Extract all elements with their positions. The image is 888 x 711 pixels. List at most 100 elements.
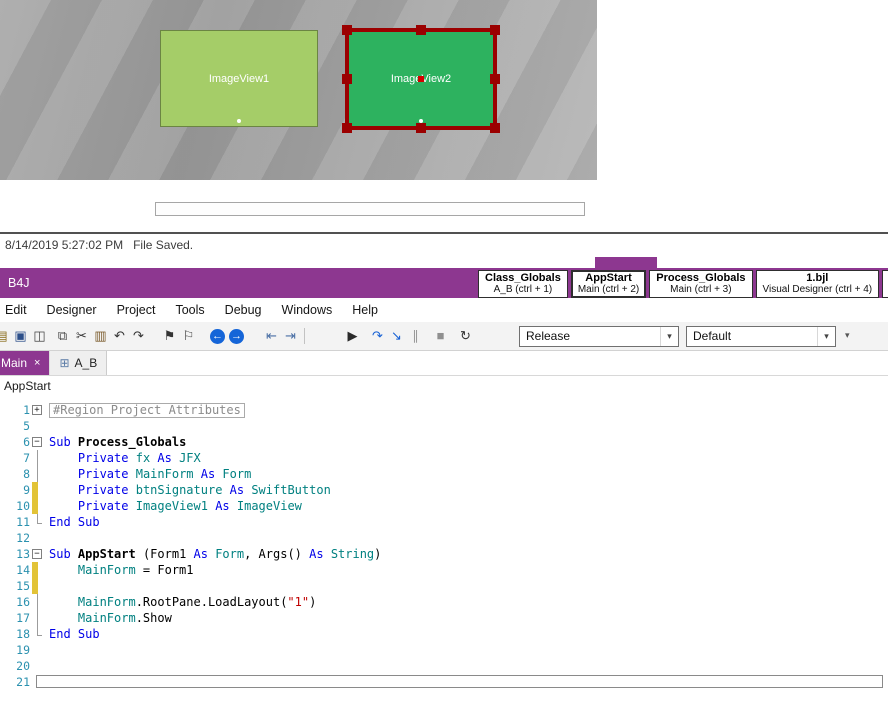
fold-gutter <box>30 466 46 482</box>
cut-icon[interactable]: ✂ <box>72 326 91 346</box>
code-text[interactable]: Private btnSignature As SwiftButton <box>46 482 331 498</box>
code-text[interactable] <box>46 642 49 658</box>
imageview1[interactable]: ImageView1 <box>160 30 318 127</box>
code-text[interactable]: MainForm.Show <box>46 610 172 626</box>
code-line: 15 <box>0 578 888 594</box>
code-line: 17 MainForm.Show <box>0 610 888 626</box>
designer-horizontal-scrollbar[interactable] <box>155 202 585 216</box>
tab-title: 1.bjl <box>806 272 829 284</box>
outdent-icon[interactable]: ⇤ <box>262 326 281 346</box>
expand-region-button[interactable]: + <box>32 405 42 415</box>
step-into-icon[interactable]: ↘ <box>387 326 406 346</box>
line-number: 17 <box>16 611 30 625</box>
token-kw: As <box>150 451 180 465</box>
undo-icon[interactable]: ↶ <box>110 326 129 346</box>
paste-icon[interactable]: ▥ <box>91 326 110 346</box>
code-line: 20 <box>0 658 888 674</box>
menu-designer[interactable]: Designer <box>37 303 107 317</box>
token-str: "1" <box>287 595 310 609</box>
code-text[interactable]: Private MainForm As Form <box>46 466 251 482</box>
code-text[interactable] <box>46 530 49 546</box>
code-text[interactable]: Sub Process_Globals <box>46 434 186 450</box>
menu-debug[interactable]: Debug <box>215 303 272 317</box>
code-text[interactable] <box>46 578 49 594</box>
resize-handle-middle-left[interactable] <box>342 74 352 84</box>
code-line: 9 Private btnSignature As SwiftButton <box>0 482 888 498</box>
menu-windows[interactable]: Windows <box>272 303 343 317</box>
titlebar-tab-1.bjl[interactable]: 1.bjl Visual Designer (ctrl + 4) <box>755 270 880 298</box>
line-number: 1 <box>23 403 30 417</box>
menu-project[interactable]: Project <box>107 303 166 317</box>
fold-gutter <box>30 562 46 578</box>
toolbar-overflow-button[interactable]: ▾ <box>845 330 850 341</box>
line-number: 11 <box>16 515 30 529</box>
line-number: 21 <box>16 675 30 689</box>
tab-a-b[interactable]: ⊞ A_B <box>49 351 108 375</box>
navigate-forward-icon[interactable]: → <box>229 328 244 344</box>
code-line: 21 <box>0 674 888 690</box>
stop-icon[interactable]: ■ <box>431 326 450 346</box>
build-configuration-dropdown[interactable]: Release ▾ <box>519 326 679 347</box>
tab-main[interactable]: Main × <box>0 351 50 375</box>
code-text[interactable] <box>46 418 49 434</box>
token-type: ImageView <box>236 499 302 513</box>
menu-edit[interactable]: Edit <box>0 303 37 317</box>
imageview2-selected[interactable]: ImageView2 <box>342 25 500 133</box>
quick-nav-tabs: Class_Globals A_B (ctrl + 1) AppStart Main … <box>478 270 888 298</box>
background-window-fragment <box>595 257 657 268</box>
fold-gutter <box>30 610 46 626</box>
menu-help[interactable]: Help <box>342 303 388 317</box>
code-text[interactable]: MainForm.RootPane.LoadLayout("1") <box>46 594 316 610</box>
token-plain: (Form1 <box>135 547 187 561</box>
code-text[interactable]: End Sub <box>46 514 100 530</box>
line-number: 16 <box>16 595 30 609</box>
collapse-region-button[interactable]: − <box>32 437 42 447</box>
navigate-back-icon[interactable]: ← <box>210 328 225 344</box>
menu-tools[interactable]: Tools <box>165 303 214 317</box>
collapse-region-button[interactable]: − <box>32 549 42 559</box>
step-over-icon[interactable]: ↷ <box>368 326 387 346</box>
save-icon[interactable]: ▣ <box>11 326 30 346</box>
code-text[interactable]: Sub AppStart (Form1 As Form, Args() As S… <box>46 546 381 562</box>
inline-edit-box[interactable] <box>36 675 883 688</box>
titlebar-tab-s[interactable]: S <box>882 270 888 298</box>
titlebar-tab-appstart[interactable]: AppStart Main (ctrl + 2) <box>570 270 647 298</box>
run-icon[interactable]: ▶ <box>343 326 362 346</box>
find-icon[interactable]: ◫ <box>30 326 49 346</box>
token-kw: Sub <box>49 547 71 561</box>
code-text[interactable] <box>46 658 49 674</box>
code-text[interactable]: Private fx As JFX <box>46 450 201 466</box>
redo-icon[interactable]: ↷ <box>129 326 148 346</box>
collapsed-region[interactable]: #Region Project Attributes <box>49 403 245 418</box>
token-id: ImageView1 <box>135 499 208 513</box>
open-icon[interactable]: ▤ <box>0 326 11 346</box>
visual-designer-canvas[interactable]: ImageView1 ImageView2 <box>0 0 597 180</box>
code-text[interactable]: MainForm = Form1 <box>46 562 194 578</box>
rebuild-icon[interactable]: ↻ <box>456 326 475 346</box>
resize-handle-top-center[interactable] <box>416 25 426 35</box>
code-text[interactable]: Private ImageView1 As ImageView <box>46 498 302 514</box>
token-type: Form <box>222 467 252 481</box>
code-editor[interactable]: 1 + #Region Project Attributes 5 6− Sub Proce… <box>0 397 888 711</box>
close-icon[interactable]: × <box>34 357 40 369</box>
sub-navigator[interactable]: AppStart <box>0 376 888 397</box>
indent-icon[interactable]: ⇥ <box>281 326 300 346</box>
resize-handle-bottom-center[interactable] <box>416 123 426 133</box>
bookmark-icon[interactable]: ⚑ <box>160 326 179 346</box>
titlebar-tab-class_globals[interactable]: Class_Globals A_B (ctrl + 1) <box>478 270 568 298</box>
code-text[interactable]: #Region Project Attributes <box>46 402 245 418</box>
resize-handle-bottom-right[interactable] <box>490 123 500 133</box>
resize-handle-top-right[interactable] <box>490 25 500 35</box>
resize-handle-top-left[interactable] <box>342 25 352 35</box>
code-text[interactable]: End Sub <box>46 626 100 642</box>
pause-icon[interactable]: ∥ <box>406 326 425 346</box>
bookmark-next-icon[interactable]: ⚐ <box>179 326 198 346</box>
titlebar-tab-process_globals[interactable]: Process_Globals Main (ctrl + 3) <box>649 270 753 298</box>
resize-handle-bottom-left[interactable] <box>342 123 352 133</box>
code-line: 16 MainForm.RootPane.LoadLayout("1") <box>0 594 888 610</box>
copy-icon[interactable]: ⧉ <box>53 326 72 346</box>
fold-gutter <box>30 594 46 610</box>
resize-handle-middle-right[interactable] <box>490 74 500 84</box>
profile-dropdown[interactable]: Default ▾ <box>686 326 836 347</box>
